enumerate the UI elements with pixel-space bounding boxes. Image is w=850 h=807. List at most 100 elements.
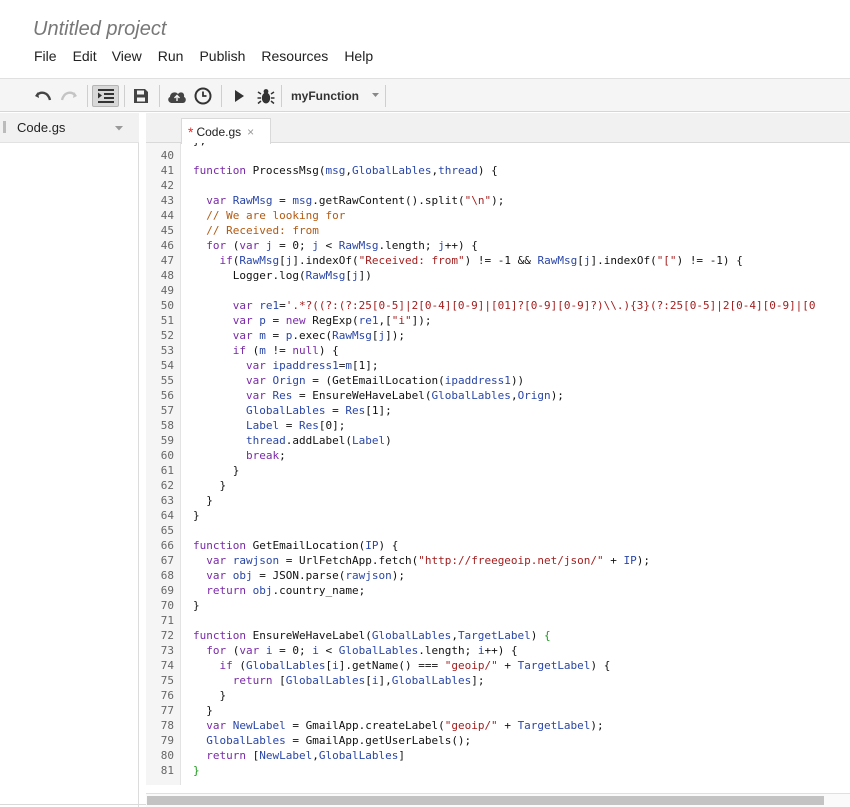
code-line: GlobalLables = GmailApp.getUserLabels(); (206, 734, 472, 747)
code-line: var Orign = (GetEmailLocation(ipaddress1… (245, 374, 525, 387)
menu-file[interactable]: File (34, 48, 57, 66)
code-line: } (206, 494, 213, 507)
line-number: 56 (160, 389, 174, 402)
code-line: var NewLabel = GmailApp.createLabel("geo… (206, 719, 604, 732)
line-number: 54 (160, 359, 174, 372)
save-button[interactable] (131, 85, 151, 107)
code-line: thread.addLabel(Label) (245, 434, 392, 447)
line-number: 55 (160, 374, 174, 387)
divider (0, 804, 146, 805)
line-number: 49 (160, 284, 174, 297)
line-number: 60 (160, 449, 174, 462)
toolbar-separator (159, 85, 160, 107)
menu-publish[interactable]: Publish (199, 48, 245, 66)
file-icon (3, 121, 6, 133)
code-line: function ProcessMsg(msg,GlobalLables,thr… (193, 164, 498, 177)
line-number: 57 (160, 404, 174, 417)
code-line: var Res = EnsureWeHaveLabel(GlobalLables… (245, 389, 564, 402)
code-line: if (GlobalLables[i].getName() === "geoip… (219, 659, 611, 672)
code-line: function EnsureWeHaveLabel(GlobalLables,… (193, 629, 551, 642)
line-number: 51 (160, 314, 174, 327)
line-number: 45 (160, 224, 174, 237)
publish-cloud-button[interactable] (166, 85, 188, 107)
line-number: 65 (160, 524, 174, 537)
code-line: for (var j = 0; j < RawMsg.length; j++) … (206, 239, 478, 252)
run-button[interactable] (229, 85, 249, 107)
debug-button[interactable] (255, 85, 277, 107)
line-number: 61 (160, 464, 174, 477)
menu-view[interactable]: View (112, 48, 142, 66)
line-number: 52 (160, 329, 174, 342)
indent-button[interactable] (92, 85, 119, 107)
line-number: 58 (160, 419, 174, 432)
code-editor[interactable]: }; function ProcessMsg(msg,GlobalLables,t… (193, 143, 850, 785)
chevron-down-icon[interactable] (115, 126, 123, 131)
cloud-icon (168, 92, 186, 103)
line-number: 77 (160, 704, 174, 717)
code-line: break; (245, 449, 286, 462)
line-number: 53 (160, 344, 174, 357)
tab-label: Code.gs (196, 124, 242, 139)
project-title[interactable]: Untitled project (33, 18, 166, 41)
file-sidebar: Code.gs (0, 113, 139, 807)
line-number: 62 (160, 479, 174, 492)
line-number: 75 (160, 674, 174, 687)
code-line: var obj = JSON.parse(rawjson); (206, 569, 405, 582)
line-number: 40 (160, 149, 174, 162)
line-number: 64 (160, 509, 174, 522)
tab-code-gs[interactable]: * Code.gs × (181, 118, 271, 144)
code-line: var re1='.*?((?:(?:25[0-5]|2[0-4][0-9]|[… (232, 299, 816, 312)
menu-edit[interactable]: Edit (73, 48, 97, 66)
line-number: 66 (160, 539, 174, 552)
undo-icon (35, 91, 52, 101)
undo-button[interactable] (33, 85, 53, 107)
line-number: 76 (160, 689, 174, 702)
line-number: 44 (160, 209, 174, 222)
code-line: GlobalLables = Res[1]; (245, 404, 392, 417)
toolbar-separator (87, 85, 88, 107)
line-number-gutter: 40 41 42 43 44 45 46 47 48 49 50 51 52 53 54 55 56 57 58 59… (146, 143, 181, 785)
line-number: 79 (160, 734, 174, 747)
scrollbar-thumb[interactable] (147, 796, 824, 805)
menu-help[interactable]: Help (344, 48, 373, 66)
menu-resources[interactable]: Resources (261, 48, 328, 66)
line-number: 59 (160, 434, 174, 447)
toolbar-separator (221, 85, 222, 107)
horizontal-scrollbar[interactable] (146, 793, 850, 807)
redo-icon (60, 91, 77, 101)
code-line: } (193, 764, 200, 777)
function-select-label: myFunction (291, 89, 359, 103)
code-line: Logger.log(RawMsg[j]) (232, 269, 372, 282)
sidebar-file-label: Code.gs (17, 120, 66, 135)
code-line: // Received: from (206, 224, 319, 237)
line-number: 41 (160, 164, 174, 177)
menu-run[interactable]: Run (158, 48, 184, 66)
menu-bar: File Edit View Run Publish Resources Hel… (34, 48, 389, 66)
code-line: } (193, 599, 200, 612)
sidebar-file-code-gs[interactable]: Code.gs (0, 113, 139, 143)
line-number: 50 (160, 299, 174, 312)
unsaved-marker: * (188, 123, 194, 140)
line-number: 71 (160, 614, 174, 627)
line-number: 43 (160, 194, 174, 207)
line-number: 63 (160, 494, 174, 507)
code-line: if (m != null) { (232, 344, 339, 357)
code-line: var rawjson = UrlFetchApp.fetch("http://… (206, 554, 651, 567)
code-line: return [NewLabel,GlobalLables] (206, 749, 405, 762)
line-number: 68 (160, 569, 174, 582)
line-number: 70 (160, 599, 174, 612)
code-line: return [GlobalLables[i],GlobalLables]; (232, 674, 485, 687)
triggers-button[interactable] (193, 85, 213, 107)
code-line: var RawMsg = msg.getRawContent().split("… (206, 194, 505, 207)
editor-tab-bar: * Code.gs × (146, 113, 850, 144)
code-line: } (193, 509, 200, 522)
code-line: } (206, 704, 213, 717)
toolbar-separator (124, 85, 125, 107)
function-select[interactable]: myFunction (286, 87, 384, 105)
redo-button[interactable] (59, 85, 79, 107)
code-line: if(RawMsg[j].indexOf("Received: from") !… (219, 254, 743, 267)
close-icon[interactable]: × (247, 125, 254, 139)
toolbar-separator (385, 85, 386, 107)
line-number: 67 (160, 554, 174, 567)
line-number: 42 (160, 179, 174, 192)
